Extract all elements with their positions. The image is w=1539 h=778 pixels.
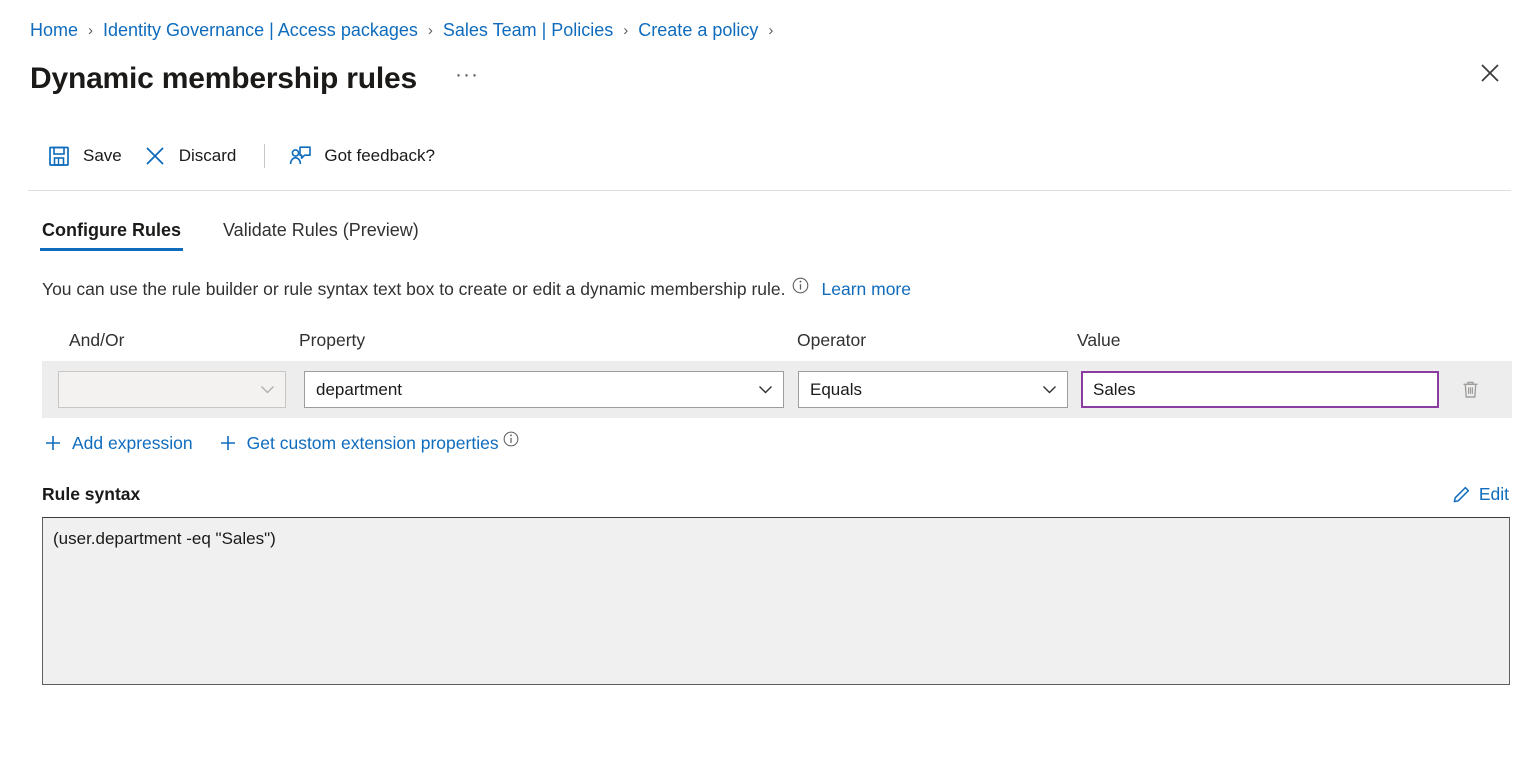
chevron-down-icon xyxy=(756,380,775,399)
rule-syntax-header: Rule syntax Edit xyxy=(0,484,1539,505)
plus-icon xyxy=(217,432,239,454)
rule-builder-column-headers: And/Or Property Operator Value xyxy=(42,330,1539,361)
discard-label: Discard xyxy=(179,146,237,166)
info-icon[interactable] xyxy=(792,277,809,294)
column-header-and-or: And/Or xyxy=(42,330,288,351)
get-custom-extension-properties-label: Get custom extension properties xyxy=(247,433,499,454)
add-expression-label: Add expression xyxy=(72,433,193,454)
page-header: Dynamic membership rules ··· xyxy=(0,44,1539,106)
tab-validate-rules[interactable]: Validate Rules (Preview) xyxy=(221,216,421,251)
breadcrumb-item-create-a-policy[interactable]: Create a policy xyxy=(638,20,758,41)
breadcrumb-item-sales-team-policies[interactable]: Sales Team | Policies xyxy=(443,20,613,41)
description-row: You can use the rule builder or rule syn… xyxy=(0,279,1539,300)
and-or-dropdown[interactable] xyxy=(58,371,286,408)
property-value: department xyxy=(316,380,756,400)
breadcrumb-separator-icon: › xyxy=(428,23,433,38)
chevron-down-icon xyxy=(1040,380,1059,399)
info-icon[interactable] xyxy=(503,431,519,447)
value-input[interactable]: Sales xyxy=(1081,371,1439,408)
delete-expression-button[interactable] xyxy=(1453,373,1487,407)
breadcrumb-separator-icon: › xyxy=(623,23,628,38)
command-bar-divider xyxy=(264,144,265,168)
breadcrumb-separator-icon: › xyxy=(768,23,773,38)
save-button[interactable]: Save xyxy=(38,136,134,176)
breadcrumb-item-identity-governance[interactable]: Identity Governance | Access packages xyxy=(103,20,418,41)
more-options-icon[interactable]: ··· xyxy=(447,65,487,91)
rule-syntax-label: Rule syntax xyxy=(42,484,140,505)
got-feedback-label: Got feedback? xyxy=(324,146,435,166)
rule-syntax-textarea[interactable]: (user.department -eq "Sales") xyxy=(42,517,1510,685)
command-bar: Save Discard Got feedback? xyxy=(0,128,1539,184)
column-header-property: Property xyxy=(288,330,782,351)
learn-more-link[interactable]: Learn more xyxy=(822,279,912,300)
property-dropdown[interactable]: department xyxy=(304,371,784,408)
chevron-down-icon xyxy=(258,380,277,399)
command-bar-bottom-divider xyxy=(28,190,1511,191)
got-feedback-button[interactable]: Got feedback? xyxy=(279,136,447,176)
get-custom-extension-properties-button[interactable]: Get custom extension properties xyxy=(217,432,519,454)
discard-button[interactable]: Discard xyxy=(134,136,249,176)
discard-x-icon xyxy=(142,143,168,169)
edit-rule-syntax-button[interactable]: Edit xyxy=(1452,484,1509,505)
rule-builder: And/Or Property Operator Value departmen… xyxy=(0,330,1539,454)
rule-expression-row: department Equals Sales xyxy=(42,361,1512,418)
description-text: You can use the rule builder or rule syn… xyxy=(42,279,786,300)
operator-value: Equals xyxy=(810,380,1040,400)
tab-list: Configure Rules Validate Rules (Preview) xyxy=(0,207,1539,251)
save-icon xyxy=(46,143,72,169)
close-icon[interactable] xyxy=(1473,56,1507,90)
page-title: Dynamic membership rules xyxy=(30,62,417,95)
operator-dropdown[interactable]: Equals xyxy=(798,371,1068,408)
rule-builder-actions: Add expression Get custom extension prop… xyxy=(42,432,1539,454)
save-label: Save xyxy=(83,146,122,166)
breadcrumb-item-home[interactable]: Home xyxy=(30,20,78,41)
value-text: Sales xyxy=(1093,380,1429,400)
tab-configure-rules[interactable]: Configure Rules xyxy=(40,216,183,251)
column-header-value: Value xyxy=(1064,330,1444,351)
breadcrumb: Home › Identity Governance | Access pack… xyxy=(0,0,1539,44)
plus-icon xyxy=(42,432,64,454)
breadcrumb-separator-icon: › xyxy=(88,23,93,38)
edit-label: Edit xyxy=(1479,484,1509,505)
add-expression-button[interactable]: Add expression xyxy=(42,432,193,454)
feedback-person-icon xyxy=(287,143,313,169)
column-header-operator: Operator xyxy=(782,330,1064,351)
pencil-icon xyxy=(1452,485,1471,504)
